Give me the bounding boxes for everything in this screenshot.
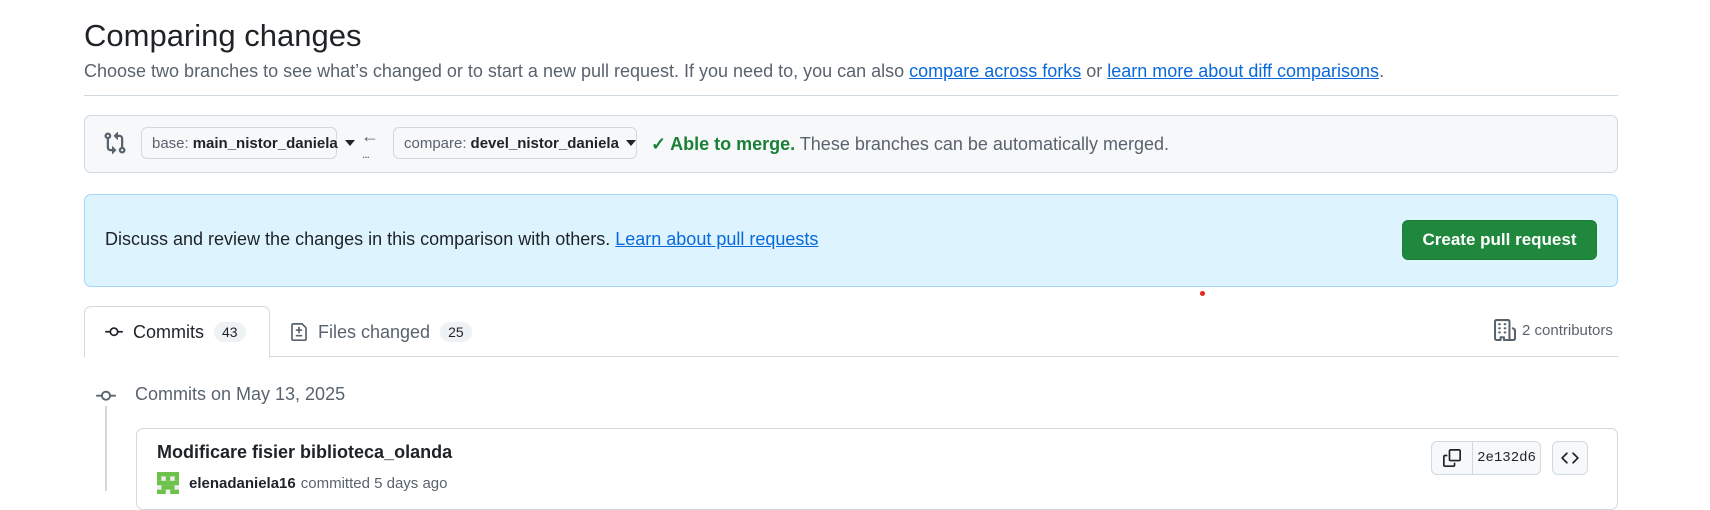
commits-count-badge: 43: [214, 322, 246, 342]
files-count-badge: 25: [440, 322, 472, 342]
commit-list-item: Modificare fisier biblioteca_olanda elen…: [136, 428, 1618, 510]
commit-meta-text: committed 5 days ago: [300, 474, 448, 492]
caret-down-icon: [625, 140, 636, 146]
subtitle-period: .: [1379, 61, 1385, 81]
diff-comparisons-link[interactable]: learn more about diff comparisons: [1107, 61, 1379, 81]
tab-files-changed[interactable]: Files changed 25: [270, 306, 500, 358]
merge-status-strong: Able to merge.: [670, 134, 796, 154]
base-branch-select[interactable]: base: main_nistor_daniela: [141, 127, 355, 159]
browse-repository-button[interactable]: [1552, 441, 1588, 475]
merge-status-text: These branches can be automatically merg…: [795, 134, 1170, 154]
caret-down-icon: [344, 140, 355, 146]
page-subtitle: Choose two branches to see what’s change…: [84, 61, 1384, 82]
contributors-link[interactable]: 2 contributors: [1494, 319, 1613, 341]
page-title: Comparing changes: [84, 18, 362, 53]
compare-branch-name: devel_nistor_daniela: [470, 134, 619, 152]
tabs-divider: [84, 356, 1618, 357]
commits-group-heading: Commits on May 13, 2025: [135, 384, 346, 404]
tab-label: Commits: [133, 321, 204, 342]
copy-sha-button[interactable]: [1431, 441, 1473, 475]
compare-prefix: compare:: [404, 134, 467, 152]
tab-label: Files changed: [318, 321, 431, 342]
code-icon: [1561, 452, 1579, 464]
compare-branch-select[interactable]: compare: devel_nistor_daniela: [393, 127, 637, 159]
base-prefix: base:: [152, 134, 189, 152]
cursor-marker: [1200, 291, 1205, 296]
organization-icon: [1494, 319, 1516, 341]
flash-message: Discuss and review the changes in this c…: [105, 229, 818, 250]
pull-request-flash: Discuss and review the changes in this c…: [84, 194, 1618, 287]
git-compare-icon: [104, 131, 126, 155]
learn-pull-requests-link[interactable]: Learn about pull requests: [615, 229, 818, 249]
create-pull-request-button[interactable]: Create pull request: [1402, 220, 1597, 260]
compare-forks-link[interactable]: compare across forks: [909, 61, 1081, 81]
contributors-label: 2 contributors: [1522, 321, 1613, 339]
commit-title-link[interactable]: Modificare fisier biblioteca_olanda: [157, 442, 452, 463]
file-diff-icon: [291, 323, 307, 341]
tab-commits[interactable]: Commits 43: [84, 306, 270, 358]
range-editor: base: main_nistor_daniela ← ... compare:…: [84, 115, 1618, 173]
base-branch-name: main_nistor_daniela: [192, 134, 338, 152]
copy-icon: [1443, 449, 1461, 467]
subtitle-or: or: [1081, 61, 1108, 81]
commit-sha-link[interactable]: 2e132d6: [1473, 441, 1541, 475]
subtitle-text: Choose two branches to see what’s change…: [84, 61, 910, 81]
range-dots: ...: [362, 147, 370, 161]
flash-text: Discuss and review the changes in this c…: [105, 229, 616, 249]
timeline-line: [105, 395, 107, 491]
arrow-left-icon: ←: [361, 126, 379, 146]
merge-status: ✓ Able to merge. These branches can be au…: [651, 134, 1169, 155]
commit-author-link[interactable]: elenadaniela16: [189, 475, 296, 492]
check-icon: ✓: [651, 134, 667, 154]
divider: [84, 95, 1618, 96]
git-commit-icon: [96, 386, 116, 406]
git-commit-icon: [105, 327, 123, 337]
